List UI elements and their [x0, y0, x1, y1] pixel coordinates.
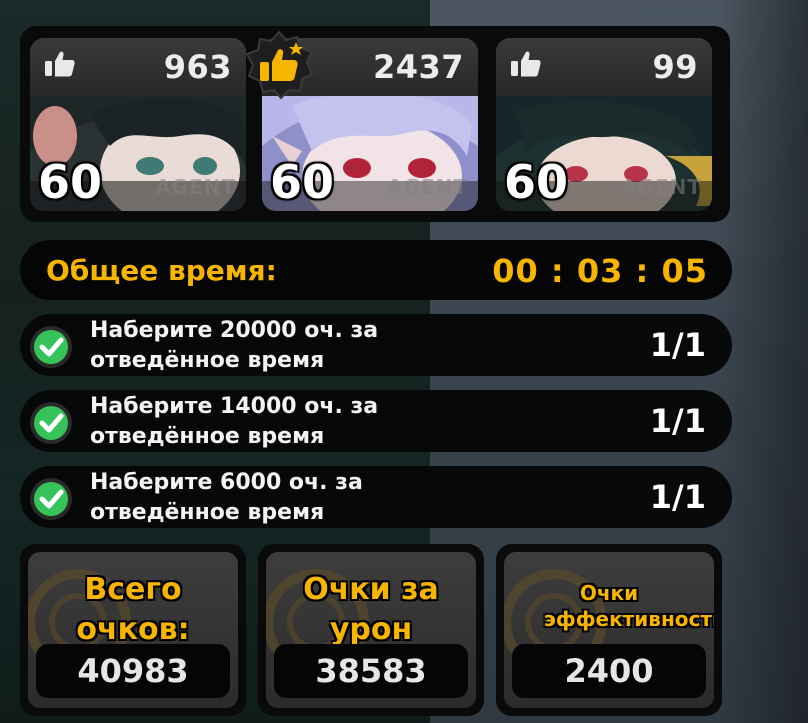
thumbs-up-icon[interactable]: [510, 50, 542, 78]
task-row: Наберите 14000 оч. за отведённое время 1…: [20, 390, 732, 452]
agents-panel: 963 60 AGENT 2437 60 AGENT 99 60 AGENT: [20, 26, 730, 222]
task-text: Наберите 14000 оч. за отведённое время: [90, 394, 379, 449]
agent-card-1[interactable]: 963 60 AGENT: [30, 38, 246, 211]
agent-likes: 963: [163, 48, 232, 86]
score-title: Очки за урон: [303, 572, 439, 647]
agent-level: 60: [270, 155, 335, 209]
score-title: Всего очков:: [76, 572, 190, 647]
agent-card-header: 99: [496, 38, 712, 96]
task-text: Наберите 20000 оч. за отведённое время: [90, 318, 379, 373]
agent-level: 60: [504, 155, 569, 209]
agent-card-header: 963: [30, 38, 246, 96]
score-value: 2400: [512, 644, 706, 698]
thumbs-up-icon[interactable]: [44, 50, 76, 78]
score-value: 40983: [36, 644, 230, 698]
score-card-inner: Очки эффективности 2400: [504, 552, 714, 708]
agent-tag: AGENT: [621, 175, 702, 199]
score-card-damage: Очки за урон 38583: [258, 544, 484, 716]
score-card-efficiency: Очки эффективности 2400: [496, 544, 722, 716]
agent-tag: AGENT: [387, 175, 468, 199]
agent-tag: AGENT: [155, 175, 236, 199]
agent-level: 60: [38, 155, 103, 209]
check-circle-icon: [30, 402, 72, 444]
agent-card-3[interactable]: 99 60 AGENT: [496, 38, 712, 211]
score-value: 38583: [274, 644, 468, 698]
agent-likes: 99: [652, 48, 698, 86]
background-edge: [718, 0, 808, 723]
task-row: Наберите 20000 оч. за отведённое время 1…: [20, 314, 732, 376]
thumbs-up-star-badge-icon[interactable]: [244, 30, 314, 100]
score-card-inner: Очки за урон 38583: [266, 552, 476, 708]
check-circle-icon: [30, 478, 72, 520]
agent-likes: 2437: [372, 48, 464, 86]
score-title: Очки эффективности: [544, 581, 714, 631]
total-time-bar: Общее время: 00 : 03 : 05: [20, 240, 732, 300]
score-card-total: Всего очков: 40983: [20, 544, 246, 716]
check-circle-icon: [30, 326, 72, 368]
task-progress: 1/1: [649, 326, 706, 364]
total-time-value: 00 : 03 : 05: [492, 252, 708, 290]
task-row: Наберите 6000 оч. за отведённое время 1/…: [20, 466, 732, 528]
total-time-label: Общее время:: [46, 254, 277, 287]
score-card-inner: Всего очков: 40983: [28, 552, 238, 708]
task-progress: 1/1: [649, 478, 706, 516]
task-text: Наберите 6000 оч. за отведённое время: [90, 470, 363, 525]
task-progress: 1/1: [649, 402, 706, 440]
